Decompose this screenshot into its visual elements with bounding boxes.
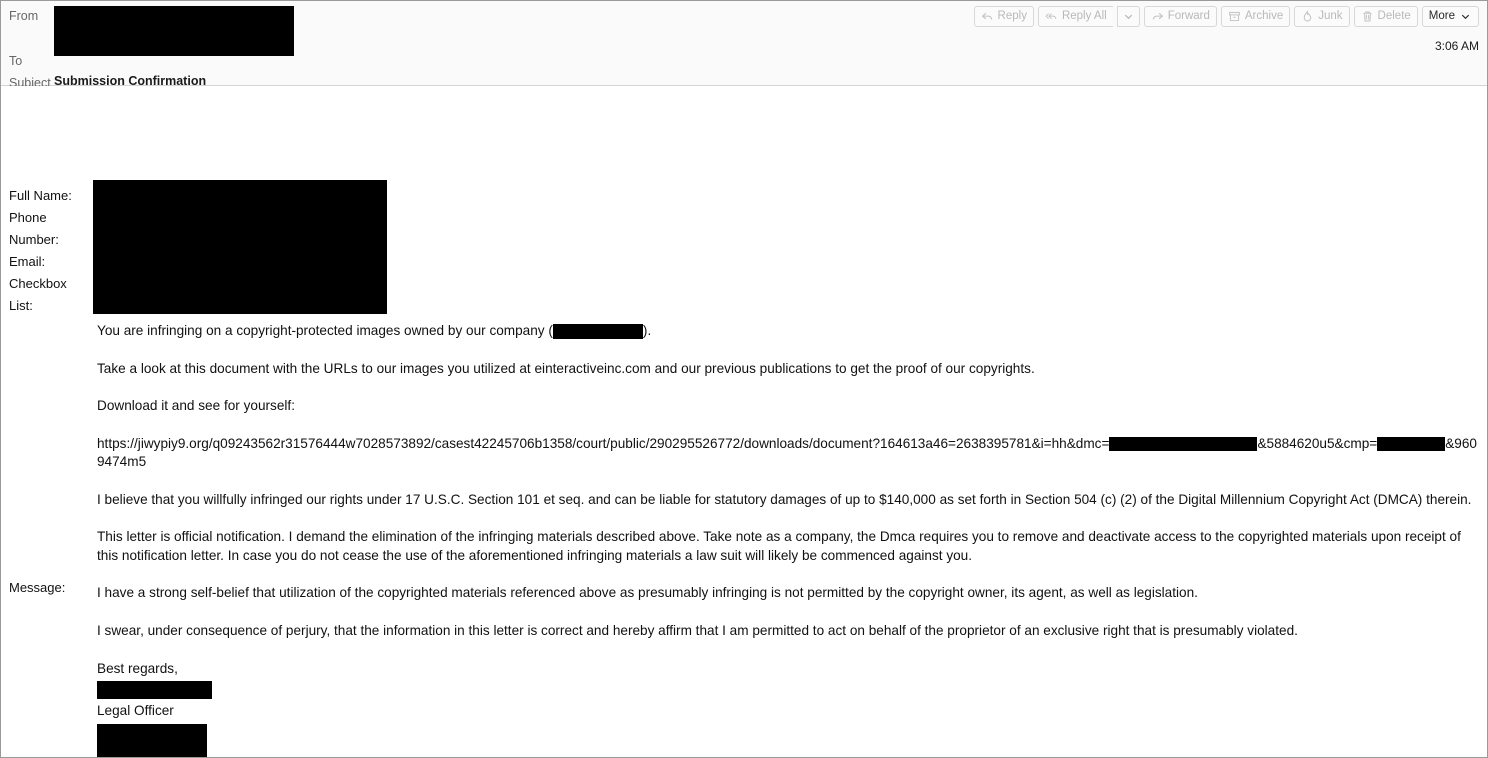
p1-text-before: You are infringing on a copyright-protec… xyxy=(97,323,553,338)
archive-button[interactable]: Archive xyxy=(1220,6,1291,27)
full-name-label: Full Name: xyxy=(9,188,72,203)
message-content: You are infringing on a copyright-protec… xyxy=(97,322,1481,757)
junk-label: Junk xyxy=(1318,9,1343,22)
signer-contact-redaction xyxy=(97,724,207,757)
paragraph-statutory-damages: I believe that you willfully infringed o… xyxy=(97,491,1472,507)
company-name-redaction xyxy=(552,323,643,339)
p1-text-after: ). xyxy=(642,323,652,338)
to-label: To xyxy=(9,54,23,68)
paragraph-good-faith-belief: I have a strong self-belief that utiliza… xyxy=(97,585,1198,600)
paragraph-official-notification: This letter is official notification. I … xyxy=(97,529,1461,563)
chevron-down-icon xyxy=(1122,10,1135,23)
url-cmp-redaction xyxy=(1377,436,1446,451)
forward-label: Forward xyxy=(1167,9,1210,22)
chevron-down-icon xyxy=(1459,10,1472,23)
delete-label: Delete xyxy=(1377,9,1411,22)
junk-flame-icon xyxy=(1301,10,1314,23)
archive-box-icon xyxy=(1228,10,1241,23)
signature-block: Best regards, Legal Officer 02/21/2024 xyxy=(97,659,1481,757)
more-button[interactable]: More xyxy=(1421,6,1479,27)
reply-button[interactable]: Reply xyxy=(973,6,1034,27)
url-segment-1: https://jiwypiy9.org/q09243562r31576444w… xyxy=(97,435,1110,451)
message-header: From To Subject Submission Confirmation … xyxy=(1,1,1487,90)
reply-all-dropdown-button[interactable] xyxy=(1116,6,1140,27)
checkbox-list-label: Checkbox List: xyxy=(9,276,67,313)
message-timestamp: 3:06 AM xyxy=(1434,39,1479,53)
reply-all-label: Reply All xyxy=(1061,9,1107,22)
signer-title: Legal Officer xyxy=(97,703,174,718)
message-body-area: Full Name: Phone Number: Email: Checkbox… xyxy=(1,86,1487,757)
forward-arrow-icon xyxy=(1151,10,1164,23)
paragraph-perjury-statement: I swear, under consequence of perjury, t… xyxy=(97,622,1298,638)
reply-arrow-icon xyxy=(981,10,994,23)
forward-button[interactable]: Forward xyxy=(1143,6,1217,27)
paragraph-infringement-notice: You are infringing on a copyright-protec… xyxy=(97,322,1481,341)
form-values-redaction xyxy=(93,180,387,314)
signer-name-redaction xyxy=(97,681,212,699)
email-viewer-window: From To Subject Submission Confirmation … xyxy=(0,0,1488,758)
delete-button[interactable]: Delete xyxy=(1353,6,1418,27)
phone-number-label: Phone Number: xyxy=(9,210,59,247)
reply-all-arrow-icon xyxy=(1045,10,1058,23)
url-segment-2: &5884620u5&cmp= xyxy=(1257,435,1378,451)
form-field-labels: Full Name: Phone Number: Email: Checkbox… xyxy=(9,185,89,317)
archive-label: Archive xyxy=(1244,9,1284,22)
from-label: From xyxy=(9,9,39,23)
url-dmc-redaction xyxy=(1109,436,1258,451)
message-field-label: Message: xyxy=(9,580,66,595)
reply-label: Reply xyxy=(997,9,1027,22)
more-label: More xyxy=(1428,9,1455,22)
junk-button[interactable]: Junk xyxy=(1294,6,1350,27)
paragraph-document-urls: Take a look at this document with the UR… xyxy=(97,360,1035,376)
paragraph-download-prompt: Download it and see for yourself: xyxy=(97,398,295,413)
signature-closing: Best regards, xyxy=(97,661,178,676)
reply-all-button[interactable]: Reply All xyxy=(1037,6,1113,27)
download-url[interactable]: https://jiwypiy9.org/q09243562r31576444w… xyxy=(97,435,1481,472)
email-label: Email: xyxy=(9,254,46,269)
from-redaction xyxy=(54,6,294,56)
trash-can-icon xyxy=(1361,10,1374,23)
message-toolbar: Reply Reply All Forward Archive Junk Del… xyxy=(973,6,1479,27)
